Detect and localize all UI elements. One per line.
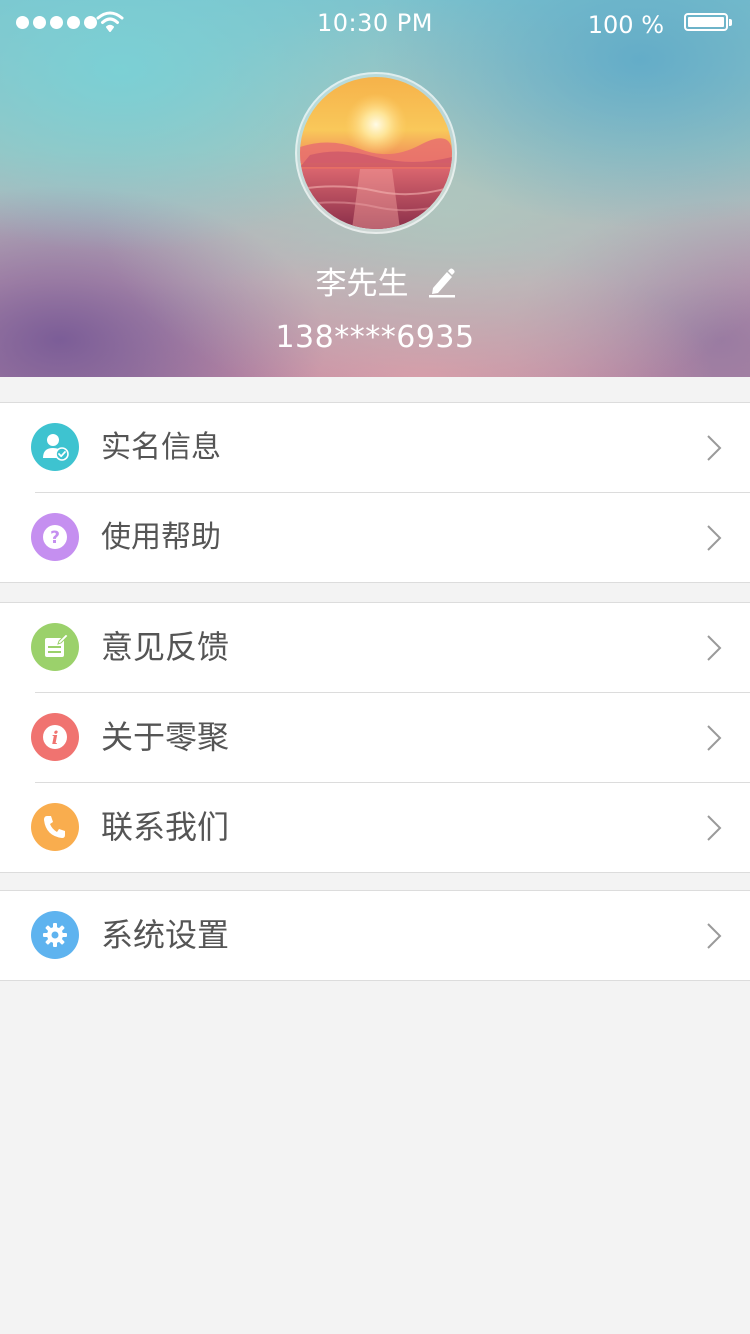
battery-icon — [684, 13, 732, 31]
avatar-sunset-image — [300, 77, 452, 229]
chevron-right-icon — [707, 815, 722, 841]
menu-item-system-settings[interactable]: 系统设置 — [31, 891, 750, 980]
user-verified-icon — [31, 423, 79, 471]
battery-percentage: 100 % — [587, 11, 664, 39]
menu-item-label: 实名信息 — [101, 430, 221, 465]
menu-item-label: 系统设置 — [101, 916, 230, 954]
chevron-right-icon — [707, 725, 722, 751]
feedback-icon — [31, 623, 79, 671]
edit-pencil-icon[interactable] — [427, 264, 457, 298]
menu-item-feedback[interactable]: 意见反馈 — [31, 603, 750, 693]
help-icon: ? — [31, 513, 79, 561]
profile-header: 10:30 PM 100 % 李先生 138****6935 — [0, 0, 750, 377]
menu-item-label: 意见反馈 — [101, 628, 230, 666]
menu-item-help[interactable]: ? 使用帮助 — [31, 493, 750, 582]
menu-item-real-name-info[interactable]: 实名信息 — [31, 403, 750, 493]
phone-number: 138****6935 — [275, 320, 475, 355]
chevron-right-icon — [707, 923, 722, 949]
phone-icon — [31, 803, 79, 851]
menu-item-label: 关于零聚 — [101, 718, 230, 756]
menu-item-label: 联系我们 — [101, 808, 230, 846]
chevron-right-icon — [707, 435, 722, 461]
gear-icon — [31, 911, 79, 959]
avatar[interactable] — [300, 77, 452, 229]
menu-group-2: 意见反馈 i 关于零聚 联系我们 — [0, 602, 750, 873]
svg-text:i: i — [52, 728, 59, 749]
username-row: 李先生 — [0, 258, 750, 303]
status-bar: 10:30 PM 100 % — [0, 0, 750, 46]
menu-item-about[interactable]: i 关于零聚 — [31, 693, 750, 783]
menu-group-1: 实名信息 ? 使用帮助 — [0, 402, 750, 583]
menu-item-contact-us[interactable]: 联系我们 — [31, 783, 750, 872]
info-icon: i — [31, 713, 79, 761]
menu-item-label: 使用帮助 — [101, 520, 221, 555]
username: 李先生 — [315, 266, 409, 302]
menu-group-3: 系统设置 — [0, 890, 750, 981]
chevron-right-icon — [707, 525, 722, 551]
chevron-right-icon — [707, 635, 722, 661]
svg-text:?: ? — [50, 528, 60, 548]
